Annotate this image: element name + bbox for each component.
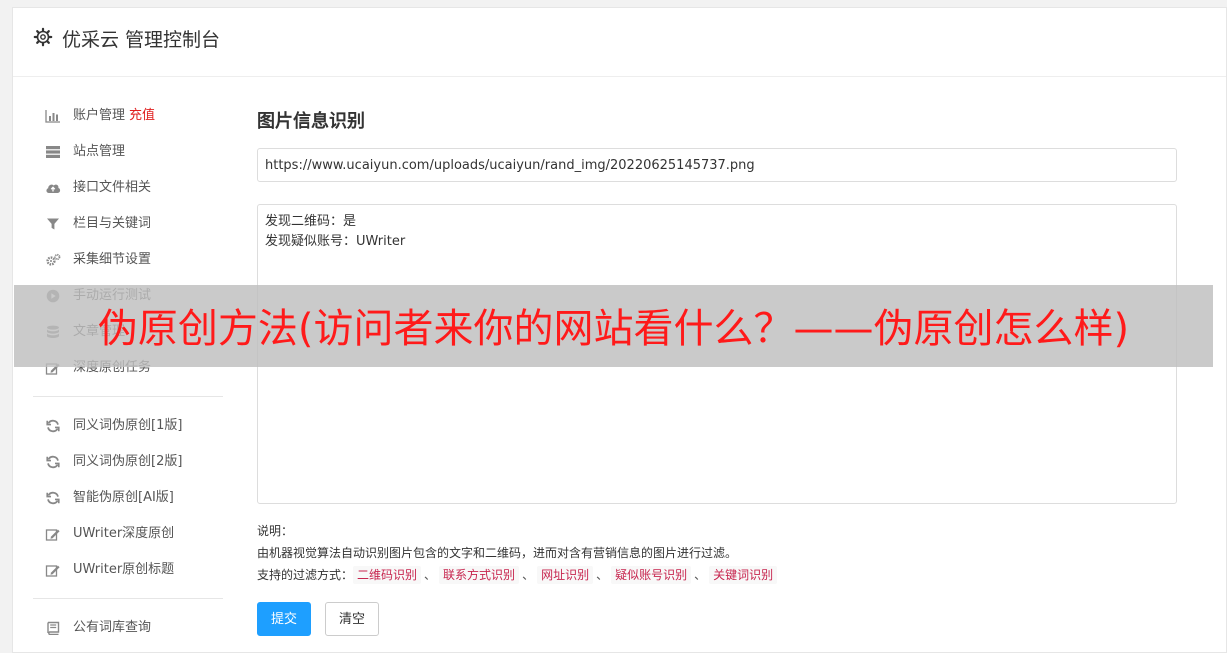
- bar-chart-icon: [45, 109, 61, 123]
- main-content: 图片信息识别 发现二维码：是 发现疑似账号：UWriter 说明： 由机器视觉算…: [257, 108, 1177, 636]
- refresh-icon: [45, 491, 61, 505]
- filter-separator: 、: [694, 568, 707, 582]
- filter-separator: 、: [522, 568, 535, 582]
- edit-icon: [45, 527, 61, 541]
- gear-icon: [33, 27, 53, 47]
- sidebar-item-public-dict[interactable]: 公有词库查询: [33, 610, 223, 646]
- book-icon: [45, 621, 61, 635]
- notes-title: 说明：: [257, 524, 294, 538]
- sidebar-item-ai-rewrite[interactable]: 智能伪原创[AI版]: [33, 480, 223, 516]
- filter-tag: 网址识别: [537, 566, 594, 584]
- image-url-input[interactable]: [257, 148, 1177, 182]
- page-header: 优采云 管理控制台: [13, 8, 1226, 77]
- sidebar-item-uwriter-deep[interactable]: UWriter深度原创: [33, 516, 223, 552]
- section-title: 图片信息识别: [257, 111, 365, 132]
- filter-tag: 疑似账号识别: [611, 566, 692, 584]
- filter-methods: 支持的过滤方式： 二维码识别、联系方式识别、网址识别、疑似账号识别、关键词识别: [257, 564, 778, 586]
- sidebar-item-label: 公有词库查询: [73, 620, 152, 635]
- sidebar-item-label: 账户管理: [73, 108, 126, 123]
- result-line: 发现疑似账号：UWriter: [265, 234, 406, 249]
- filter-tag: 关键词识别: [709, 566, 778, 584]
- cloud-upload-icon: [45, 181, 61, 195]
- sidebar: 账户管理充值站点管理接口文件相关栏目与关键词采集细节设置手动运行测试文章管理深度…: [33, 98, 223, 646]
- sidebar-item-label: UWriter深度原创: [73, 526, 175, 541]
- sidebar-item-label: 站点管理: [73, 144, 126, 159]
- clear-button[interactable]: 清空: [325, 602, 379, 636]
- sidebar-item-label: 接口文件相关: [73, 180, 152, 195]
- submit-button[interactable]: 提交: [257, 602, 311, 636]
- refresh-icon: [45, 455, 61, 469]
- overlay-banner: 伪原创方法(访问者来你的网站看什么？——伪原创怎么样): [14, 285, 1213, 367]
- refresh-icon: [45, 419, 61, 433]
- sidebar-item-sites[interactable]: 站点管理: [33, 134, 223, 170]
- sidebar-item-label: 智能伪原创[AI版]: [73, 490, 174, 505]
- banner-text: 伪原创方法(访问者来你的网站看什么？——伪原创怎么样): [97, 306, 1130, 352]
- sidebar-item-collect-settings[interactable]: 采集细节设置: [33, 242, 223, 278]
- filter-methods-label: 支持的过滤方式：: [257, 568, 354, 582]
- sidebar-item-label: 栏目与关键词: [73, 216, 152, 231]
- sidebar-item-uwriter-title[interactable]: UWriter原创标题: [33, 552, 223, 588]
- filter-icon: [45, 217, 61, 231]
- sidebar-item-api-files[interactable]: 接口文件相关: [33, 170, 223, 206]
- filter-tag: 二维码识别: [353, 566, 422, 584]
- recharge-link[interactable]: 充值: [129, 108, 155, 123]
- filter-separator: 、: [596, 568, 609, 582]
- sidebar-item-label: 同义词伪原创[2版]: [73, 454, 183, 469]
- sidebar-item-synonym-v1[interactable]: 同义词伪原创[1版]: [33, 408, 223, 444]
- sidebar-item-columns-keywords[interactable]: 栏目与关键词: [33, 206, 223, 242]
- sidebar-item-label: 采集细节设置: [73, 252, 152, 267]
- sidebar-item-synonym-v2[interactable]: 同义词伪原创[2版]: [33, 444, 223, 480]
- sidebar-item-label: 同义词伪原创[1版]: [73, 418, 183, 433]
- sidebar-divider: [33, 598, 223, 599]
- edit-icon: [45, 563, 61, 577]
- gears-icon: [45, 253, 61, 267]
- console-title: 优采云 管理控制台: [62, 29, 221, 51]
- result-line: 发现二维码：是: [265, 214, 357, 229]
- notes-description: 由机器视觉算法自动识别图片包含的文字和二维码，进而对含有营销信息的图片进行过滤。: [257, 546, 738, 560]
- notes: 说明： 由机器视觉算法自动识别图片包含的文字和二维码，进而对含有营销信息的图片进…: [257, 520, 778, 586]
- sidebar-divider: [33, 396, 223, 397]
- filter-separator: 、: [424, 568, 437, 582]
- sidebar-item-label: UWriter原创标题: [73, 562, 175, 577]
- server-icon: [45, 145, 61, 159]
- sidebar-item-accounts[interactable]: 账户管理 充值: [33, 98, 223, 134]
- filter-tag: 联系方式识别: [439, 566, 520, 584]
